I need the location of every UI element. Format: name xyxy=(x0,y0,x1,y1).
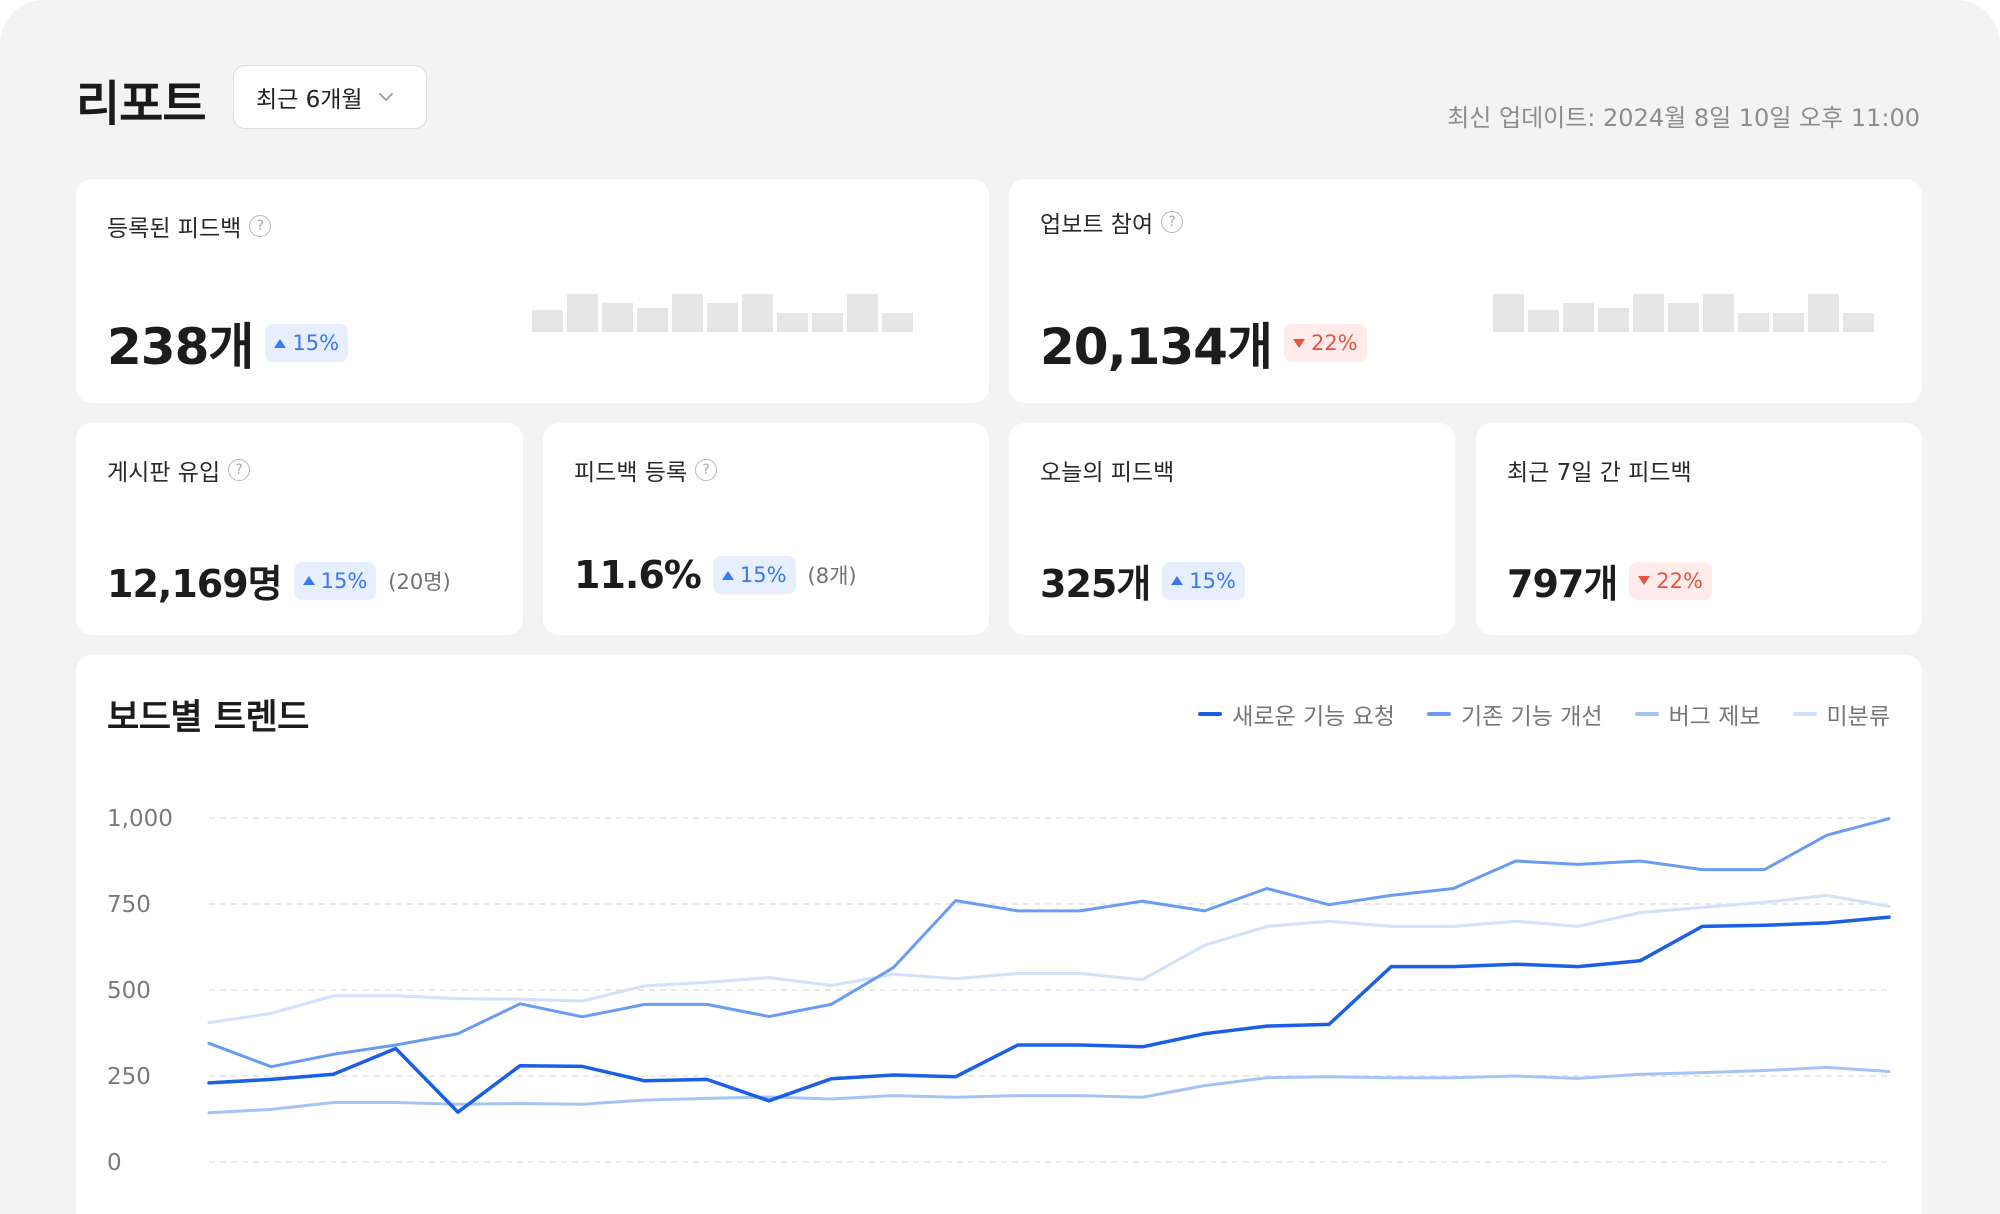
help-icon[interactable]: ? xyxy=(249,215,272,237)
card-title: 게시판 유입 ? xyxy=(107,453,251,487)
board-trend-card: 보드별 트렌드 새로운 기능 요청 기존 기능 개선 버그 제보 미분류 0 250 50… xyxy=(76,655,1922,1214)
metric-value: 238개 xyxy=(107,318,254,376)
card-title-label: 업보트 참여 xyxy=(1040,212,1154,238)
chevron-down-icon xyxy=(378,93,393,101)
y-tick-label: 500 xyxy=(107,978,151,1004)
card-last7-feedback: 최근 7일 간 피드백 797개 22% xyxy=(1476,423,1922,635)
period-select[interactable]: 최근 6개월 xyxy=(233,65,427,129)
arrow-up-icon xyxy=(302,576,315,585)
y-tick-label: 1,000 xyxy=(107,806,173,832)
y-tick-label: 250 xyxy=(107,1064,151,1090)
series-line-3 xyxy=(207,1065,1891,1115)
metric-row: 238개 15% xyxy=(107,307,349,379)
card-title: 최근 7일 간 피드백 xyxy=(1507,453,1692,487)
change-badge: 22% xyxy=(1629,561,1712,600)
trend-line-chart: 0 250 500 750 1,000 xyxy=(107,806,1891,1176)
card-title-label: 게시판 유입 xyxy=(107,460,221,486)
y-tick-label: 0 xyxy=(107,1150,122,1176)
metric-note: (8개) xyxy=(807,564,857,588)
series-line-4 xyxy=(207,893,1891,1025)
metric-value: 11.6% xyxy=(574,553,702,597)
metric-value: 797개 xyxy=(1507,562,1618,606)
mini-bar xyxy=(532,310,563,332)
period-select-value: 최근 6개월 xyxy=(256,87,363,113)
card-title-label: 오늘의 피드백 xyxy=(1040,460,1175,486)
metric-row: 12,169명 15% (20명) xyxy=(107,553,451,608)
series-line-2 xyxy=(207,817,1891,1069)
mini-bar xyxy=(847,294,878,332)
metric-row: 11.6% 15% (8개) xyxy=(574,553,857,597)
mini-bar xyxy=(882,313,913,332)
mini-bar xyxy=(777,313,808,332)
change-value: 15% xyxy=(292,331,340,355)
last-updated: 최신 업데이트: 2024월 8일 10일 오후 11:00 xyxy=(1447,104,1920,132)
mini-bar xyxy=(707,303,738,332)
mini-bar xyxy=(1703,294,1734,332)
card-title-label: 등록된 피드백 xyxy=(107,216,242,242)
page-title: 리포트 xyxy=(76,76,206,132)
card-title-label: 최근 7일 간 피드백 xyxy=(1507,460,1692,486)
mini-bar xyxy=(1668,303,1699,332)
help-icon[interactable]: ? xyxy=(695,459,718,481)
card-today-feedback: 오늘의 피드백 325개 15% xyxy=(1009,423,1455,635)
change-badge: 15% xyxy=(293,561,377,600)
change-badge: 15% xyxy=(712,556,796,594)
help-icon[interactable]: ? xyxy=(1161,211,1184,233)
metric-value: 12,169명 xyxy=(107,562,283,606)
card-board-inflow: 게시판 유입 ? 12,169명 15% (20명) xyxy=(76,423,523,635)
mini-bar xyxy=(602,303,633,332)
card-title: 오늘의 피드백 xyxy=(1040,453,1174,487)
card-title: 등록된 피드백 ? xyxy=(107,209,272,243)
change-value: 15% xyxy=(1189,568,1236,593)
help-icon[interactable]: ? xyxy=(228,459,251,481)
arrow-up-icon xyxy=(274,338,287,348)
arrow-up-icon xyxy=(721,570,734,580)
card-title: 업보트 참여 ? xyxy=(1040,205,1184,239)
mini-bar xyxy=(812,313,843,332)
mini-bar xyxy=(1493,294,1524,332)
metric-row: 20,134개 22% xyxy=(1040,307,1367,379)
metric-note: (20명) xyxy=(388,569,451,594)
series-line-1 xyxy=(207,915,1891,1114)
y-tick-label: 750 xyxy=(107,892,151,918)
metric-row: 797개 22% xyxy=(1507,553,1712,608)
arrow-down-icon xyxy=(1292,338,1305,348)
mini-bar-chart xyxy=(1493,284,1874,332)
change-value: 22% xyxy=(1310,331,1358,355)
mini-bar xyxy=(1528,310,1559,332)
change-badge: 15% xyxy=(265,324,349,362)
metric-value: 325개 xyxy=(1040,562,1151,606)
mini-bar xyxy=(1808,294,1839,332)
mini-bar xyxy=(1738,313,1769,332)
card-feedback-registration: 피드백 등록 ? 11.6% 15% (8개) xyxy=(543,423,989,635)
mini-bar xyxy=(1843,313,1874,332)
mini-bar xyxy=(1598,308,1629,332)
mini-bar xyxy=(1633,294,1664,332)
metric-row: 325개 15% xyxy=(1040,553,1245,608)
card-title: 피드백 등록 ? xyxy=(574,453,718,487)
mini-bar xyxy=(1773,313,1804,332)
mini-bar-chart xyxy=(532,284,913,332)
card-registered-feedback: 등록된 피드백 ? 238개 15% xyxy=(76,179,989,403)
change-value: 15% xyxy=(320,568,368,593)
change-badge: 15% xyxy=(1162,561,1245,600)
report-page: 리포트 최근 6개월 최신 업데이트: 2024월 8일 10일 오후 11:0… xyxy=(0,0,2000,1214)
mini-bar xyxy=(637,308,668,332)
change-badge: 22% xyxy=(1283,324,1367,362)
change-value: 22% xyxy=(1656,568,1703,593)
card-title-label: 피드백 등록 xyxy=(574,460,688,486)
card-upvote-participation: 업보트 참여 ? 20,134개 22% xyxy=(1009,179,1922,403)
mini-bar xyxy=(567,294,598,332)
change-value: 15% xyxy=(739,563,787,587)
mini-bar xyxy=(672,294,703,332)
arrow-down-icon xyxy=(1638,576,1651,585)
mini-bar xyxy=(742,294,773,332)
metric-value: 20,134개 xyxy=(1040,318,1273,376)
mini-bar xyxy=(1563,303,1594,332)
arrow-up-icon xyxy=(1171,576,1184,585)
